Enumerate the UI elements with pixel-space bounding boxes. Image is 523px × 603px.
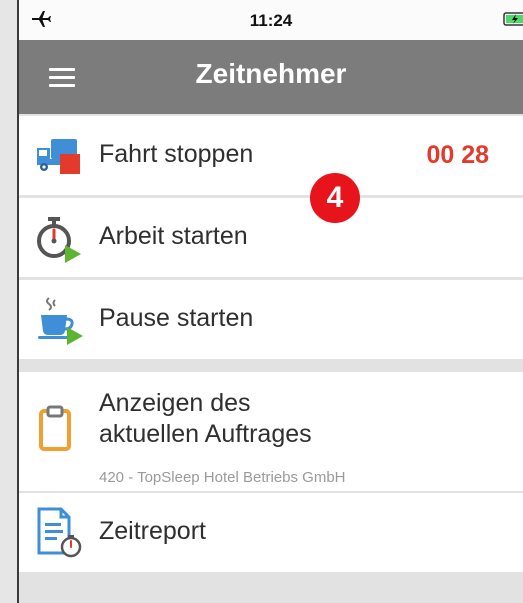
action-start-pause-label: Pause starten (99, 304, 254, 332)
action-time-report[interactable]: Zeitreport (19, 493, 523, 572)
status-time: 11:24 (249, 11, 293, 30)
action-show-order[interactable]: Anzeigen des aktuellen Auftrages 420 - T… (19, 372, 523, 491)
delivery-truck-stop-icon (37, 139, 80, 174)
page-title: Zeitnehmer (195, 58, 347, 89)
action-show-order-label: Anzeigen des aktuellen Auftrages (99, 388, 312, 450)
order-label-line2: aktuellen Auftrages (99, 420, 312, 448)
app-screen: 11:24 Zeitnehmer Fahrt stoppen 00 28 Arb… (19, 0, 523, 603)
stopwatch-play-icon (37, 217, 81, 263)
battery-charging-icon (503, 12, 523, 26)
step-badge: 4 (310, 173, 360, 223)
order-label-line1: Anzeigen des (99, 389, 251, 417)
document-timer-icon (37, 507, 82, 558)
action-start-work[interactable]: Arbeit starten (19, 198, 523, 277)
action-time-report-label: Zeitreport (99, 517, 206, 545)
device-frame (0, 0, 19, 603)
action-stop-drive[interactable]: Fahrt stoppen 00 28 (19, 116, 523, 195)
app-header: Zeitnehmer (19, 40, 523, 114)
action-start-pause[interactable]: Pause starten (19, 280, 523, 359)
action-start-work-label: Arbeit starten (99, 222, 248, 250)
drive-timer: 00 28 (426, 141, 489, 169)
status-bar: 11:24 (19, 0, 523, 40)
clipboard-icon (39, 405, 71, 451)
order-subtitle: 420 - TopSleep Hotel Betriebs GmbH (99, 469, 346, 486)
action-stop-drive-label: Fahrt stoppen (99, 140, 254, 168)
coffee-cup-play-icon (38, 297, 83, 345)
